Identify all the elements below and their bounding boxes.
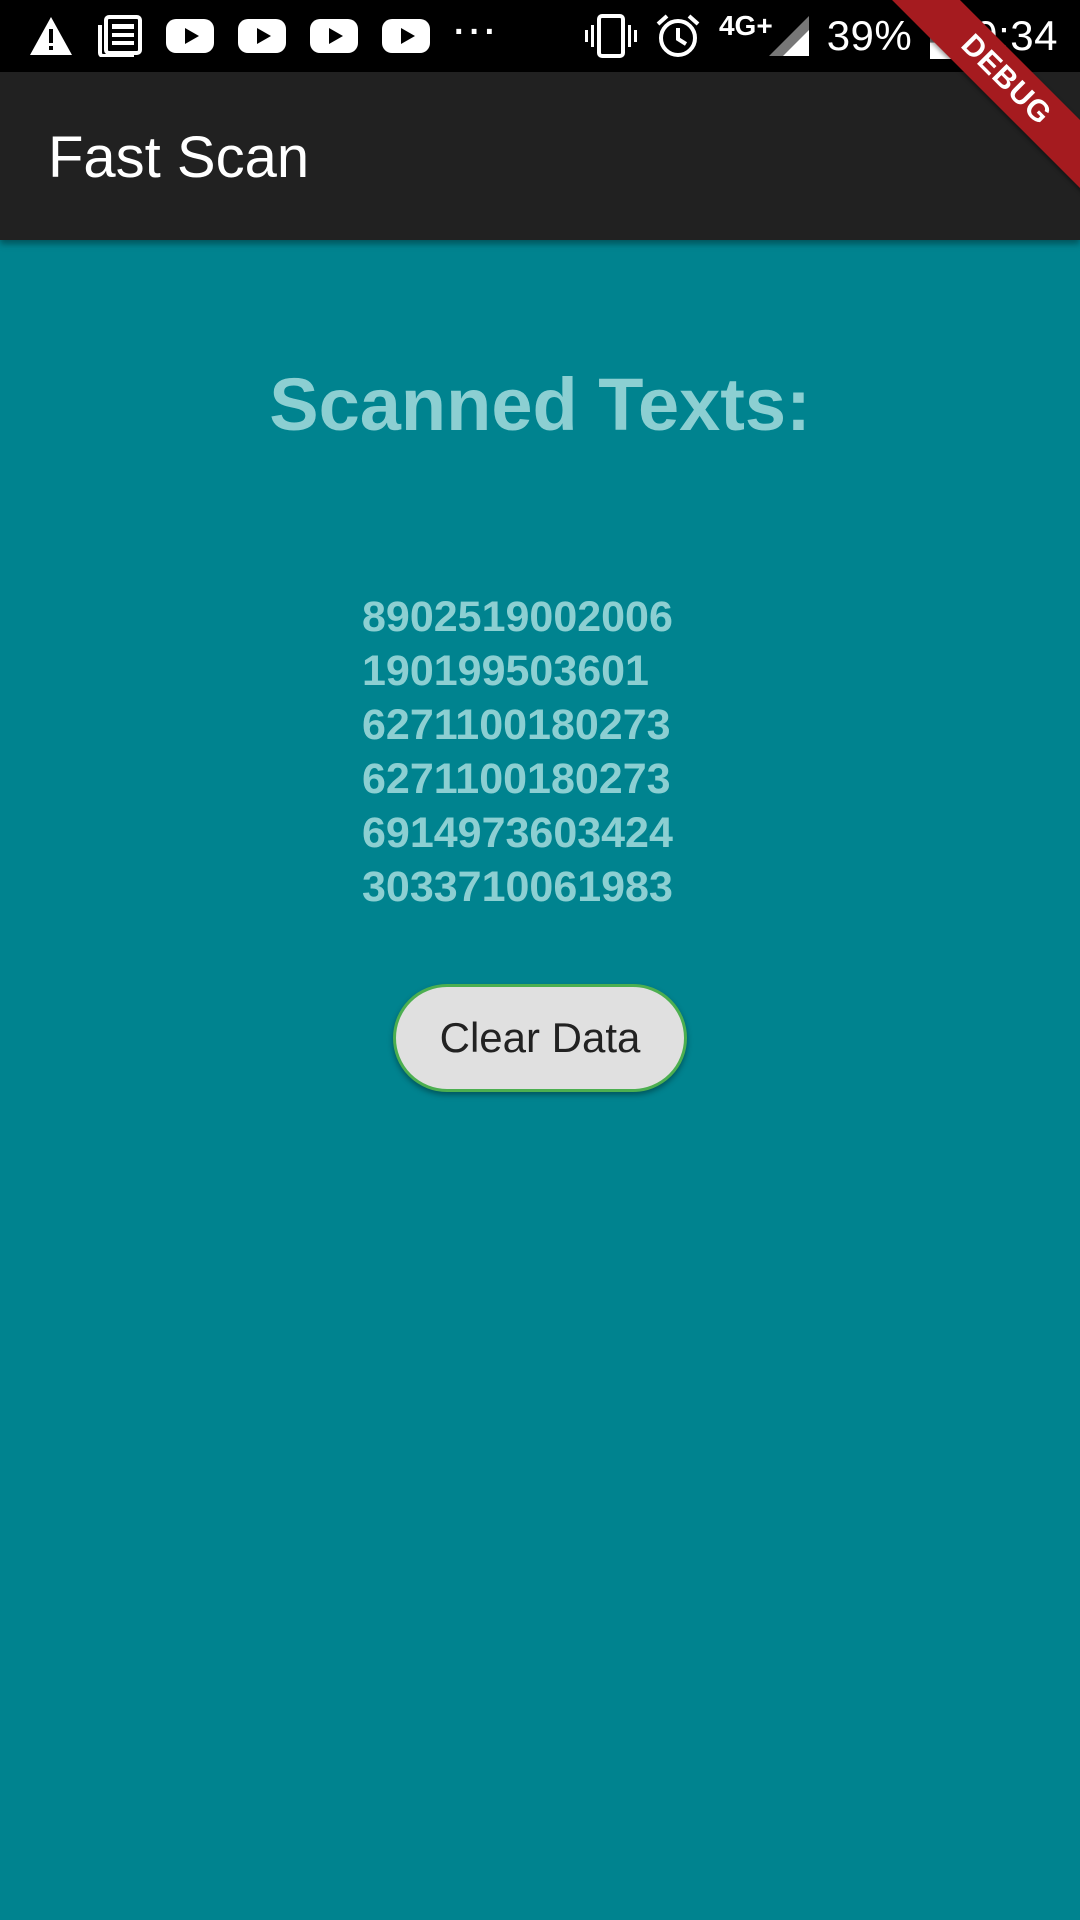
news-icon <box>98 15 142 57</box>
alarm-icon <box>655 13 701 59</box>
network-type-label: 4G+ <box>718 10 773 41</box>
signal-icon <box>768 16 809 56</box>
youtube-icon <box>382 19 430 53</box>
scanned-code-item: 6271100180273 <box>362 755 671 803</box>
scanned-code-item: 3033710061983 <box>362 863 673 911</box>
notification-icons: ··· <box>28 12 500 60</box>
scanned-code-item: 6271100180273 <box>362 701 671 749</box>
vibrate-icon <box>584 13 637 59</box>
more-notifications-indicator: ··· <box>454 12 500 51</box>
scanned-code-item: 190199503601 <box>362 647 649 695</box>
app-screen: ··· 4G+ 39% 9:34 Fast Scan DEBUG Scanned… <box>0 0 1080 1920</box>
clear-data-button[interactable]: Clear Data <box>393 984 687 1092</box>
youtube-icon <box>238 19 286 53</box>
battery-percent: 39% <box>826 12 913 59</box>
warning-icon <box>28 15 74 57</box>
scanned-codes-list: 8902519002006 190199503601 6271100180273 62… <box>362 590 673 914</box>
main-content: Scanned Texts: 8902519002006 190199503601… <box>0 240 1080 1920</box>
app-title: Fast Scan <box>48 125 310 190</box>
youtube-icon <box>310 19 358 53</box>
scanned-code-item: 6914973603424 <box>362 809 673 857</box>
scanned-code-item: 8902519002006 <box>362 593 673 641</box>
youtube-icon <box>166 19 214 53</box>
app-bar: Fast Scan <box>0 72 1080 240</box>
page-heading: Scanned Texts: <box>269 363 811 446</box>
